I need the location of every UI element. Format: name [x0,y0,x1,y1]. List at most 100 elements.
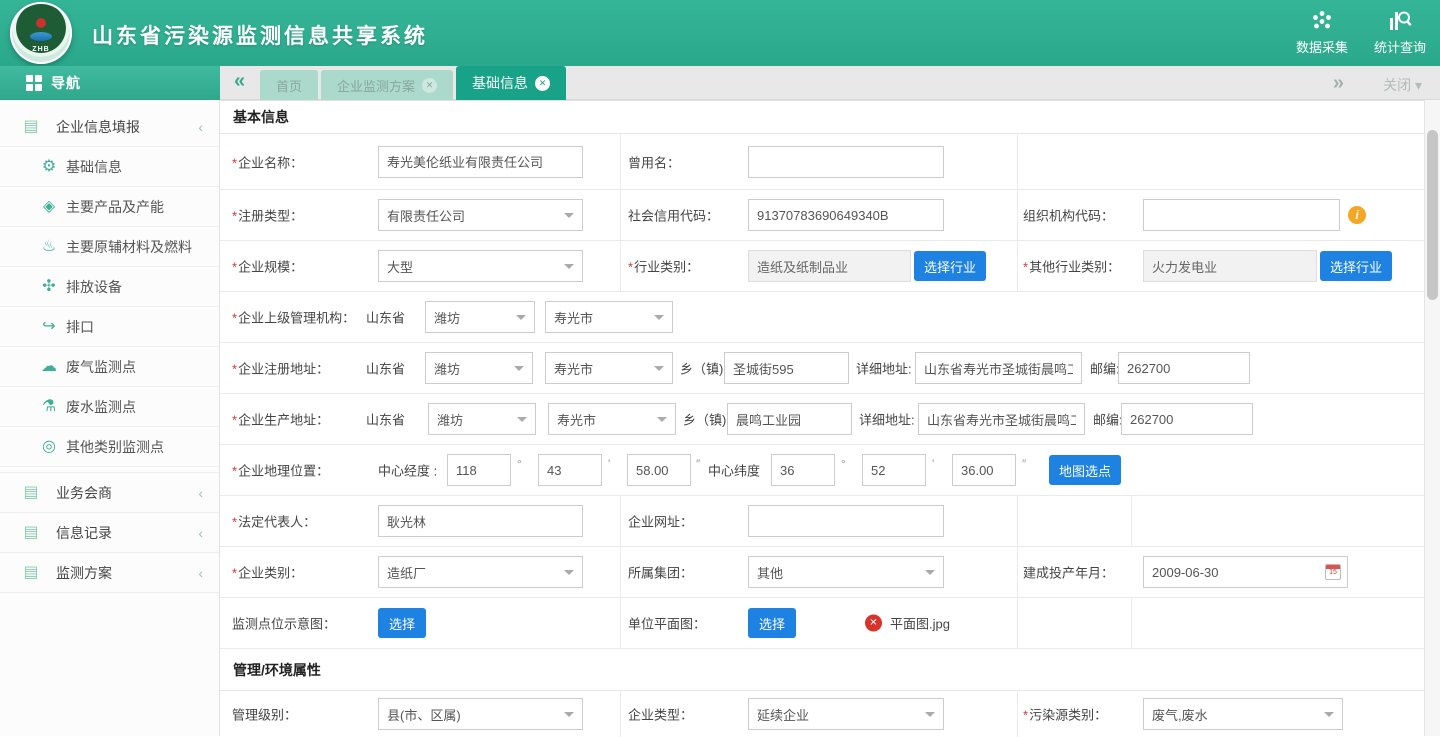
form-row: *企业类别： 造纸厂 所属集团： 其他 建成投产年月： 2009-06-30 1… [220,547,1424,598]
sidebar-item-other-monitor[interactable]: ◎ 其他类别监测点 [0,427,219,467]
sidebar-item-water-monitor[interactable]: ⚗ 废水监测点 [0,387,219,427]
sidebar-item-basic-info[interactable]: ⚙ 基础信息 [0,147,219,187]
tab-enterprise-plan[interactable]: 企业监测方案 ✕ [321,70,453,100]
data-collect-button[interactable]: 数据采集 [1296,9,1348,56]
stats-query-button[interactable]: 统计查询 [1374,9,1426,56]
bar-chart-magnifier-icon [1388,9,1412,33]
sidebar-item-info-record[interactable]: ▤ 信息记录 ‹ [0,513,219,553]
website-input[interactable] [748,505,944,537]
section-title-basic: 基本信息 [220,101,1424,134]
lng-sec-input[interactable] [627,454,691,486]
former-name-label: 曾用名： [628,152,680,171]
prod-town-input[interactable] [727,403,852,435]
lat-min-input[interactable] [862,454,926,486]
degree-mark: ° [517,457,522,471]
tabs-scroll-left-button[interactable]: « [234,70,245,93]
dots-cluster-icon [1310,9,1334,33]
chevron-down-icon [925,570,935,575]
map-pick-button[interactable]: 地图选点 [1049,455,1121,485]
mgmt-level-select[interactable]: 县(市、区属) [378,698,583,730]
chevron-down-icon [514,366,524,371]
geo-label: *企业地理位置： [232,461,329,480]
industry-label: *行业类别： [628,257,699,276]
form-row: 监测点位示意图： 选择 单位平面图： 选择 ✕ 平面图.jpg [220,598,1424,649]
tabs-scroll-right-button[interactable]: » [1333,72,1344,95]
enterprise-type-select[interactable]: 延续企业 [748,698,944,730]
calendar-icon[interactable]: 15 [1325,564,1341,580]
choose-plan-button[interactable]: 选择 [748,608,796,638]
reg-type-select[interactable]: 有限责任公司 [378,199,583,231]
other-industry-label: *其他行业类别： [1023,257,1120,276]
lng-min-input[interactable] [538,454,602,486]
prod-city-select[interactable]: 潍坊 [428,403,536,435]
chevron-down-icon [654,315,664,320]
second-mark: ″ [696,457,700,471]
sidebar-item-materials-fuel[interactable]: ♨ 主要原辅材料及燃料 [0,227,219,267]
parent-city-select[interactable]: 潍坊 [425,301,535,333]
sidebar-item-outfall[interactable]: ↪ 排口 [0,307,219,347]
prod-zip-input[interactable] [1121,403,1253,435]
sidebar-item-business-consult[interactable]: ▤ 业务会商 ‹ [0,473,219,513]
lat-deg-input[interactable] [771,454,835,486]
chevron-down-icon [654,366,664,371]
close-icon[interactable]: ✕ [535,76,550,91]
minute-mark: ' [932,457,934,471]
chevron-down-icon: ▾ [1415,77,1422,93]
nav-header: 导航 [0,66,220,100]
reg-detail-input[interactable] [915,352,1082,384]
sidebar-item-gas-monitor[interactable]: ☁ 废气监测点 [0,347,219,387]
minute-mark: ' [608,457,610,471]
reg-town-input[interactable] [724,352,849,384]
other-industry-input [1143,250,1317,282]
lat-sec-input[interactable] [952,454,1016,486]
reg-county-select[interactable]: 寿光市 [545,352,673,384]
org-code-input[interactable] [1143,199,1340,231]
degree-mark: ° [841,457,846,471]
choose-sketch-button[interactable]: 选择 [378,608,426,638]
reg-zip-input[interactable] [1118,352,1250,384]
prod-detail-label: 详细地址: [859,410,915,429]
legal-rep-input[interactable] [378,505,583,537]
prod-county-select[interactable]: 寿光市 [548,403,676,435]
company-type-label: *企业类别： [232,563,303,582]
sidebar-item-enterprise-info[interactable]: ▤ 企业信息填报 ‹ [0,107,219,147]
province-label: 山东省 [366,308,405,327]
scrollbar-thumb[interactable] [1427,130,1438,300]
select-other-industry-button[interactable]: 选择行业 [1320,251,1392,281]
pollution-type-select[interactable]: 废气,废水 [1143,698,1343,730]
company-name-input[interactable] [378,146,583,178]
sidebar-item-products[interactable]: ◈ 主要产品及产能 [0,187,219,227]
reg-city-select[interactable]: 潍坊 [425,352,533,384]
former-name-input[interactable] [748,146,944,178]
tab-basic-info[interactable]: 基础信息 ✕ [456,66,566,100]
outfall-icon: ↪ [38,307,60,347]
chevron-down-icon [517,417,527,422]
tab-home[interactable]: 首页 [260,70,318,100]
prod-detail-input[interactable] [918,403,1085,435]
delete-file-icon[interactable]: ✕ [865,615,882,632]
nav-label: 导航 [51,73,81,93]
built-date-input[interactable]: 2009-06-30 15 [1143,556,1348,588]
mgmt-level-label: 管理级别： [232,705,297,724]
scale-select[interactable]: 大型 [378,250,583,282]
app-title: 山东省污染源监测信息共享系统 [92,20,428,50]
close-icon[interactable]: ✕ [422,78,437,93]
lng-deg-input[interactable] [447,454,511,486]
select-industry-button[interactable]: 选择行业 [914,251,986,281]
credit-code-input[interactable] [748,199,944,231]
close-tabs-menu[interactable]: 关闭 ▾ [1383,75,1422,95]
vertical-scrollbar[interactable] [1424,100,1440,736]
person-pin-icon: ◎ [38,427,60,467]
sidebar-item-monitor-plan[interactable]: ▤ 监测方案 ‹ [0,553,219,593]
company-name-label: *企业名称： [232,152,303,171]
parent-county-select[interactable]: 寿光市 [545,301,673,333]
form-row: *企业生产地址： 山东省 潍坊 寿光市 乡（镇): 详细地址: 邮编: [220,394,1424,445]
built-date-label: 建成投产年月： [1023,563,1114,582]
chevron-down-icon [1324,712,1334,717]
group-select[interactable]: 其他 [748,556,944,588]
sidebar-item-emission-equipment[interactable]: ✣ 排放设备 [0,267,219,307]
legal-rep-label: *法定代表人： [232,512,316,531]
logo-water-icon [30,32,52,41]
info-icon[interactable]: i [1348,206,1366,224]
company-type-select[interactable]: 造纸厂 [378,556,583,588]
